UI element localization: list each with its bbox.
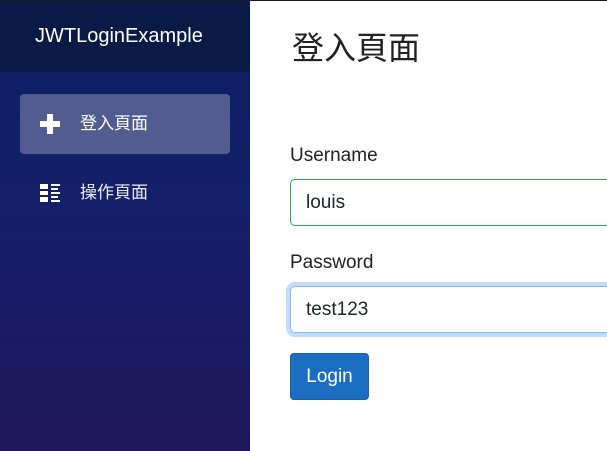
sidebar-item-label: 操作頁面: [80, 183, 148, 203]
app-window: JWTLoginExample 登入頁面 操作頁面 登入頁面 Username …: [0, 0, 607, 451]
sidebar-item-operations[interactable]: 操作頁面: [20, 163, 230, 223]
plus-icon: [40, 114, 60, 134]
page-title: 登入頁面: [292, 29, 421, 67]
sidebar-item-label: 登入頁面: [80, 114, 148, 134]
sidebar-item-login[interactable]: 登入頁面: [20, 94, 230, 154]
password-input[interactable]: [290, 286, 607, 333]
login-button[interactable]: Login: [290, 353, 369, 400]
sidebar: JWTLoginExample 登入頁面 操作頁面: [0, 1, 250, 451]
username-label: Username: [290, 145, 378, 166]
brand-title[interactable]: JWTLoginExample: [0, 1, 250, 72]
password-label: Password: [290, 252, 374, 273]
main-content: 登入頁面 Username Password Login: [250, 1, 607, 451]
username-input[interactable]: [290, 179, 607, 226]
list-rich-icon: [40, 183, 60, 203]
